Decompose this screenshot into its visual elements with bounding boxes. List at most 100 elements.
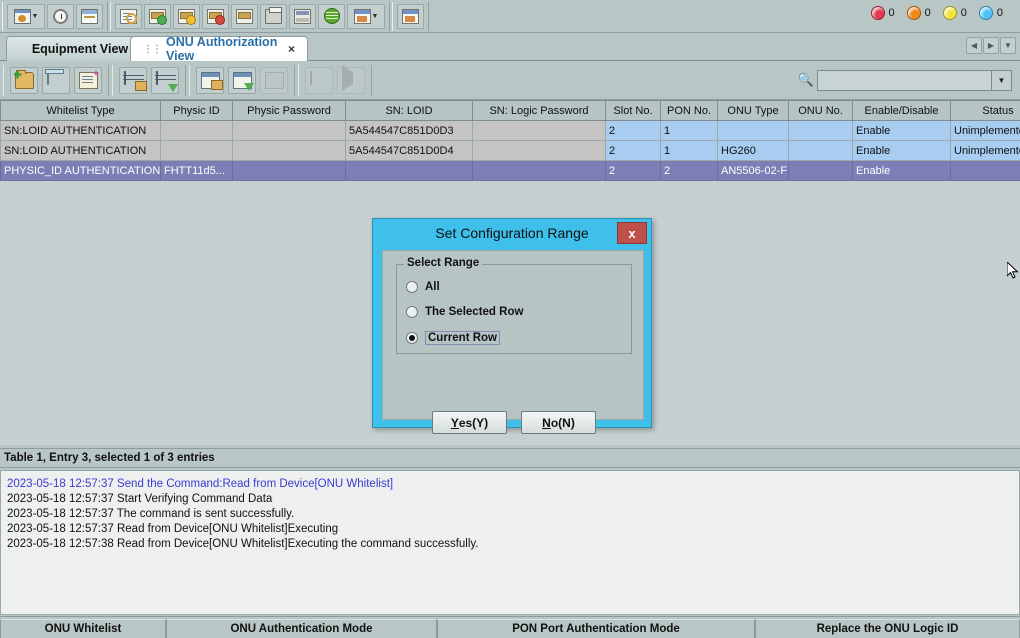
folder-add-icon bbox=[15, 72, 34, 89]
manual-authorize-button[interactable] bbox=[305, 67, 333, 94]
column-header-physic-password[interactable]: Physic Password bbox=[233, 101, 346, 121]
device-config-button[interactable] bbox=[231, 4, 258, 29]
new-report-button[interactable] bbox=[397, 4, 424, 29]
delete-whitelist-button[interactable] bbox=[42, 67, 70, 94]
table-row[interactable]: SN:LOID AUTHENTICATION 5A544547C851D0D4 21… bbox=[1, 141, 1020, 161]
table-cell[interactable]: 5A544547C851D0D3 bbox=[346, 121, 473, 141]
radio-option-the-selected-row[interactable]: The Selected Row bbox=[406, 306, 523, 318]
save-to-database-button[interactable] bbox=[151, 67, 179, 94]
table-cell[interactable] bbox=[161, 121, 233, 141]
dialog-close-button[interactable]: x bbox=[617, 222, 647, 244]
table-cell[interactable] bbox=[346, 161, 473, 181]
search-input[interactable] bbox=[817, 70, 992, 91]
table-cell[interactable] bbox=[789, 141, 853, 161]
search-icon[interactable]: 🔍 bbox=[795, 69, 817, 91]
next-step-button[interactable] bbox=[337, 67, 365, 94]
table-row[interactable]: PHYSIC_ID AUTHENTICATIONFHTT11d5...22AN5… bbox=[1, 161, 1020, 181]
onu-list-button[interactable] bbox=[76, 4, 103, 29]
column-header-onu-type[interactable]: ONU Type bbox=[718, 101, 789, 121]
bottom-tab-onu-authentication-mode[interactable]: ONU Authentication Mode bbox=[166, 619, 437, 638]
table-cell[interactable] bbox=[473, 121, 606, 141]
read-from-database-button[interactable] bbox=[119, 67, 147, 94]
alarm-warning-light[interactable] bbox=[979, 6, 993, 20]
table-cell[interactable]: Enable bbox=[853, 161, 951, 181]
column-header-onu-no[interactable]: ONU No. bbox=[789, 101, 853, 121]
search-dropdown-button[interactable]: ▼ bbox=[992, 70, 1012, 91]
table-cell[interactable] bbox=[473, 161, 606, 181]
table-cell[interactable] bbox=[951, 161, 1020, 181]
table-cell[interactable]: 2 bbox=[606, 141, 661, 161]
table-cell[interactable]: Enable bbox=[853, 141, 951, 161]
table-cell[interactable]: AN5506-02-F bbox=[718, 161, 789, 181]
printer-button[interactable] bbox=[260, 4, 287, 29]
column-header-status[interactable]: Status bbox=[951, 101, 1020, 121]
table-cell[interactable]: Unimplemented bbox=[951, 141, 1020, 161]
column-header-sn-logic-password[interactable]: SN: Logic Password bbox=[473, 101, 606, 121]
table-cell[interactable] bbox=[789, 121, 853, 141]
table-cell[interactable] bbox=[233, 121, 346, 141]
tab-close-icon[interactable]: × bbox=[288, 42, 295, 56]
bottom-tab-pon-port-authentication-mode[interactable]: PON Port Authentication Mode bbox=[437, 619, 755, 638]
security-doc-button[interactable] bbox=[115, 4, 142, 29]
column-header-pon-no[interactable]: PON No. bbox=[661, 101, 718, 121]
dialog-button-row: Yes(Y) No(N) bbox=[383, 411, 645, 434]
table-cell[interactable]: 1 bbox=[661, 121, 718, 141]
table-cell[interactable]: HG260 bbox=[718, 141, 789, 161]
table-row[interactable]: SN:LOID AUTHENTICATION 5A544547C851D0D3 21… bbox=[1, 121, 1020, 141]
table-cell[interactable] bbox=[473, 141, 606, 161]
table-cell[interactable]: FHTT11d5... bbox=[161, 161, 233, 181]
table-cell[interactable]: 1 bbox=[661, 141, 718, 161]
scheduled-task-button[interactable] bbox=[47, 4, 74, 29]
device-discover-button[interactable] bbox=[173, 4, 200, 29]
search-bar: 🔍 ▼ bbox=[795, 68, 1012, 92]
server-button[interactable] bbox=[289, 4, 316, 29]
table-cell[interactable] bbox=[789, 161, 853, 181]
column-header-sn-loid[interactable]: SN: LOID bbox=[346, 101, 473, 121]
report-button[interactable]: ▼ bbox=[347, 4, 385, 29]
bottom-tab-onu-whitelist[interactable]: ONU Whitelist bbox=[0, 619, 166, 638]
table-cell[interactable]: Enable bbox=[853, 121, 951, 141]
alarm-minor-light[interactable] bbox=[943, 6, 957, 20]
read-from-device-button[interactable] bbox=[196, 67, 224, 94]
tab-prev-button[interactable]: ◀ bbox=[966, 37, 982, 54]
no-button[interactable]: No(N) bbox=[521, 411, 596, 434]
table-cell[interactable]: 2 bbox=[661, 161, 718, 181]
delete-from-device-button[interactable] bbox=[260, 67, 288, 94]
column-header-slot-no[interactable]: Slot No. bbox=[606, 101, 661, 121]
column-header-physic-id[interactable]: Physic ID bbox=[161, 101, 233, 121]
radio-current-row-icon[interactable] bbox=[406, 332, 418, 344]
device-remove-button[interactable] bbox=[202, 4, 229, 29]
radio-the-selected-row-icon[interactable] bbox=[406, 306, 418, 318]
table-cell[interactable]: SN:LOID AUTHENTICATION bbox=[1, 141, 161, 161]
tab-onu-authorization-view[interactable]: ⋮⋮ ONU Authorization View × bbox=[130, 36, 308, 61]
table-cell[interactable]: 5A544547C851D0D4 bbox=[346, 141, 473, 161]
table-cell[interactable] bbox=[233, 141, 346, 161]
alarm-critical-light[interactable] bbox=[871, 6, 885, 20]
network-button[interactable] bbox=[318, 4, 345, 29]
command-log-panel[interactable]: 2023-05-18 12:57:37 Send the Command:Rea… bbox=[0, 470, 1020, 615]
table-cell[interactable] bbox=[233, 161, 346, 181]
device-add-button[interactable] bbox=[144, 4, 171, 29]
bottom-tab-replace-the-onu-logic-id[interactable]: Replace the ONU Logic ID bbox=[755, 619, 1020, 638]
add-whitelist-button[interactable] bbox=[10, 67, 38, 94]
radio-option-current-row[interactable]: Current Row bbox=[406, 331, 500, 345]
device-remove-icon bbox=[207, 9, 224, 24]
table-cell[interactable] bbox=[161, 141, 233, 161]
table-cell[interactable]: 2 bbox=[606, 161, 661, 181]
table-cell[interactable]: Unimplemented bbox=[951, 121, 1020, 141]
tab-next-button[interactable]: ▶ bbox=[983, 37, 999, 54]
topology-window-button[interactable]: ▼ bbox=[7, 4, 45, 29]
tab-list-button[interactable]: ▼ bbox=[1000, 37, 1016, 54]
table-cell[interactable]: PHYSIC_ID AUTHENTICATION bbox=[1, 161, 161, 181]
alarm-major-light[interactable] bbox=[907, 6, 921, 20]
table-cell[interactable]: 2 bbox=[606, 121, 661, 141]
edit-whitelist-button[interactable] bbox=[74, 67, 102, 94]
table-cell[interactable]: SN:LOID AUTHENTICATION bbox=[1, 121, 161, 141]
table-cell[interactable] bbox=[718, 121, 789, 141]
radio-all-icon[interactable] bbox=[406, 281, 418, 293]
column-header-enable-disable[interactable]: Enable/Disable bbox=[853, 101, 951, 121]
column-header-whitelist-type[interactable]: Whitelist Type bbox=[1, 101, 161, 121]
write-to-device-button[interactable] bbox=[228, 67, 256, 94]
yes-button[interactable]: Yes(Y) bbox=[432, 411, 507, 434]
radio-option-all[interactable]: All bbox=[406, 281, 440, 293]
